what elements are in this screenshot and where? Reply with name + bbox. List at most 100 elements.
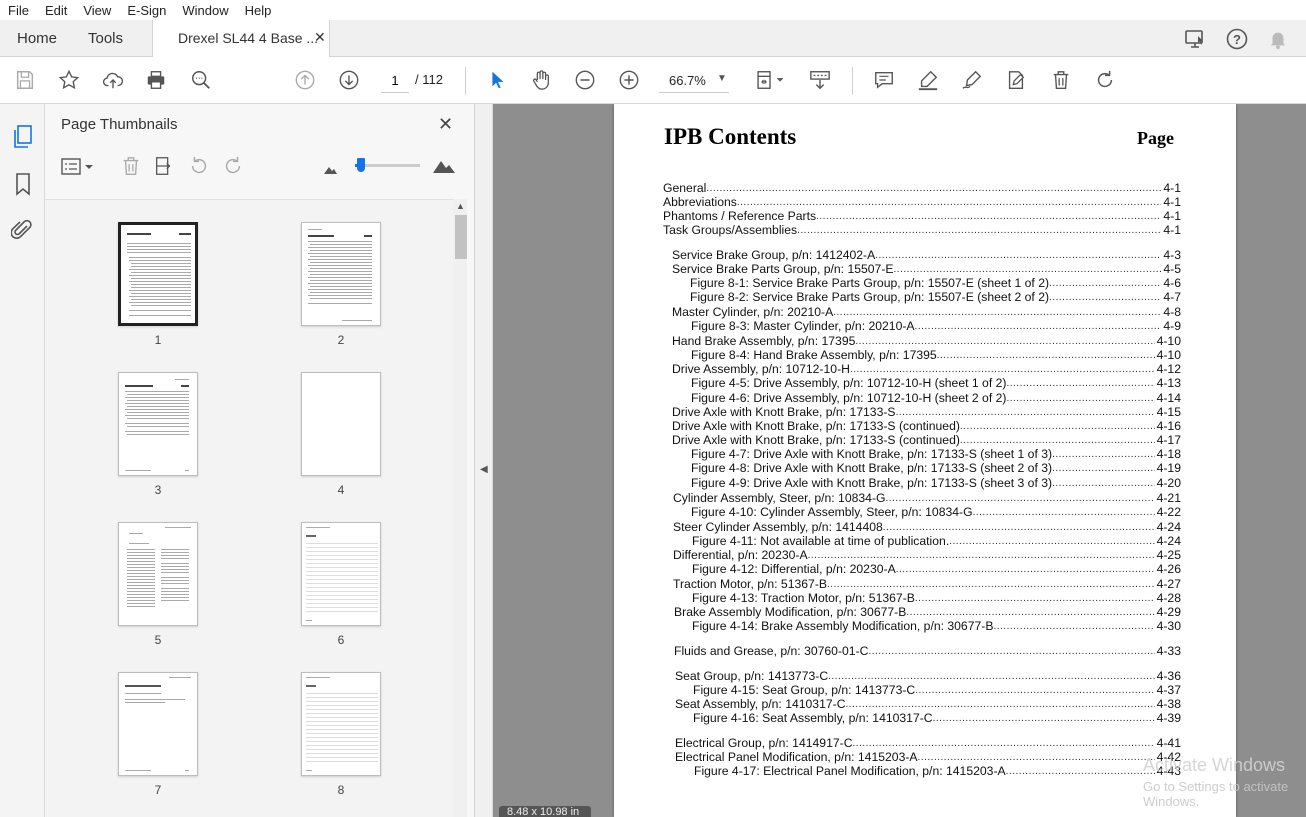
zoom-out-icon[interactable] <box>572 67 598 93</box>
tab-tools[interactable]: Tools <box>88 20 123 57</box>
toc-entry[interactable]: Task Groups/Assemblies 4-1 <box>663 223 1181 237</box>
collapse-arrow-icon[interactable]: ◀ <box>480 464 488 475</box>
save-icon[interactable] <box>12 67 38 93</box>
thumbnail-page-4[interactable] <box>301 372 381 476</box>
menu-view[interactable]: View <box>75 3 119 18</box>
print-icon[interactable] <box>143 67 169 93</box>
small-mountain-icon[interactable] <box>323 162 337 174</box>
toc-entry[interactable]: Cylinder Assembly, Steer, p/n: 10834-G 4-… <box>673 491 1181 505</box>
toc-entry[interactable]: Electrical Group, p/n: 1414917-C 4-41 <box>675 736 1181 750</box>
toc-entry[interactable]: Differential, p/n: 20230-A 4-25 <box>673 548 1181 562</box>
toc-entry[interactable]: Hand Brake Assembly, p/n: 17395 4-10 <box>672 334 1181 348</box>
previous-page-icon[interactable] <box>292 67 318 93</box>
search-zoom-icon[interactable] <box>188 67 214 93</box>
bookmarks-icon[interactable] <box>13 172 33 196</box>
scroll-mode-icon[interactable] <box>806 67 834 93</box>
toc-entry[interactable]: Seat Group, p/n: 1413773-C 4-36 <box>675 669 1181 683</box>
toc-entry[interactable]: Steer Cylinder Assembly, p/n: 1414408 4-2… <box>673 520 1181 534</box>
bookmark-star-icon[interactable] <box>56 67 82 93</box>
delete-page-icon[interactable] <box>120 155 142 177</box>
highlight-pen-icon[interactable] <box>915 67 941 93</box>
hand-tool-icon[interactable] <box>528 67 554 93</box>
attachments-paperclip-icon[interactable] <box>10 218 33 242</box>
thumbnail-page-2[interactable] <box>301 222 381 326</box>
notification-bell-icon[interactable] <box>1267 27 1289 51</box>
sign-pen-icon[interactable] <box>959 67 985 93</box>
delete-trash-icon[interactable] <box>1048 67 1074 93</box>
toc-entry[interactable]: Phantoms / Reference Parts 4-1 <box>663 209 1181 223</box>
edit-pdf-icon[interactable] <box>1003 67 1029 93</box>
thumbnail-page-3[interactable] <box>118 372 198 476</box>
toc-entry[interactable]: Figure 4-15: Seat Group, p/n: 1413773-C 4… <box>693 683 1181 697</box>
toc-entry[interactable]: Service Brake Parts Group, p/n: 15507-E 4… <box>672 262 1181 276</box>
slider-handle[interactable] <box>357 158 365 172</box>
rotate-counterclockwise-icon[interactable] <box>188 155 210 177</box>
toc-entry[interactable]: Master Cylinder, p/n: 20210-A 4-8 <box>672 305 1181 319</box>
thumbnail-page-8[interactable] <box>301 672 381 776</box>
toc-entry[interactable]: Figure 4-12: Differential, p/n: 20230-A 4… <box>692 562 1181 576</box>
document-view[interactable]: IPB Contents Page General4-1Abbreviation… <box>493 104 1306 817</box>
toc-entry[interactable]: Traction Motor, p/n: 51367-B 4-27 <box>673 577 1181 591</box>
toc-entry[interactable]: Drive Axle with Knott Brake, p/n: 17133-… <box>672 419 1181 433</box>
share-screen-icon[interactable] <box>1183 27 1207 51</box>
toc-entry[interactable]: Figure 8-1: Service Brake Parts Group, p… <box>690 276 1181 290</box>
toc-entry[interactable]: Figure 4-16: Seat Assembly, p/n: 1410317… <box>693 711 1181 725</box>
menu-window[interactable]: Window <box>174 3 236 18</box>
close-tab-icon[interactable]: ✕ <box>314 29 326 46</box>
scrollbar-thumb[interactable] <box>455 215 467 259</box>
toc-entry[interactable]: Fluids and Grease, p/n: 30760-01-C 4-33 <box>674 644 1181 658</box>
toc-entry[interactable]: Figure 8-2: Service Brake Parts Group, p… <box>690 290 1181 304</box>
thumbnail-page-1[interactable] <box>118 222 198 326</box>
fit-page-icon[interactable] <box>752 67 788 93</box>
menu-file[interactable]: File <box>0 3 37 18</box>
close-panel-icon[interactable]: ✕ <box>438 114 453 135</box>
next-page-icon[interactable] <box>336 67 362 93</box>
toc-entry[interactable]: Abbreviations 4-1 <box>663 195 1181 209</box>
toc-entry[interactable]: Figure 4-6: Drive Assembly, p/n: 10712-1… <box>691 391 1181 405</box>
cloud-upload-icon[interactable] <box>100 67 126 93</box>
thumbnail-options-menu-icon[interactable] <box>61 157 97 177</box>
thumbnail-page-5[interactable] <box>118 522 198 626</box>
toc-entry[interactable]: Electrical Panel Modification, p/n: 1415… <box>675 750 1181 764</box>
toc-entry[interactable]: Seat Assembly, p/n: 1410317-C 4-38 <box>675 697 1181 711</box>
large-mountain-icon[interactable] <box>432 156 456 174</box>
toc-entry[interactable]: Figure 8-3: Master Cylinder, p/n: 20210-… <box>691 319 1181 333</box>
rotate-clockwise-icon[interactable] <box>222 155 244 177</box>
toc-entry[interactable]: General 4-1 <box>663 181 1181 195</box>
toc-entry[interactable]: Figure 4-7: Drive Axle with Knott Brake,… <box>691 447 1181 461</box>
toc-entry[interactable]: Figure 4-9: Drive Axle with Knott Brake,… <box>691 476 1181 490</box>
thumbnail-size-slider[interactable] <box>355 158 420 172</box>
comment-icon[interactable] <box>871 67 897 93</box>
toc-entry[interactable]: Figure 4-10: Cylinder Assembly, Steer, p… <box>691 505 1181 519</box>
rotate-clockwise-icon[interactable] <box>1092 67 1118 93</box>
toc-entry[interactable]: Figure 4-8: Drive Axle with Knott Brake,… <box>691 461 1181 475</box>
toc-entry[interactable]: Brake Assembly Modification, p/n: 30677-… <box>674 605 1181 619</box>
toc-entry[interactable]: Figure 4-5: Drive Assembly, p/n: 10712-1… <box>691 376 1181 390</box>
toc-entry[interactable]: Figure 4-13: Traction Motor, p/n: 51367-… <box>692 591 1181 605</box>
toc-entry[interactable]: Drive Assembly, p/n: 10712-10-H 4-12 <box>672 362 1181 376</box>
insert-page-icon[interactable] <box>153 155 175 177</box>
toc-entry[interactable]: Service Brake Group, p/n: 1412402-A 4-3 <box>672 248 1181 262</box>
menu-edit[interactable]: Edit <box>37 3 75 18</box>
toc-entry[interactable]: Figure 4-11: Not available at time of pu… <box>692 534 1181 548</box>
select-cursor-icon[interactable] <box>484 67 510 93</box>
page-number-input[interactable] <box>381 69 409 93</box>
panel-collapse-strip[interactable]: ◀ <box>475 104 493 817</box>
toc-entry[interactable]: Figure 4-14: Brake Assembly Modification… <box>692 619 1181 633</box>
toc-entry[interactable]: Drive Axle with Knott Brake, p/n: 17133-… <box>672 405 1181 419</box>
tab-document[interactable]: Drexel SL44 4 Base ... ✕ <box>152 20 330 57</box>
zoom-level-select[interactable]: 66.7% ▼ <box>659 69 729 93</box>
toc-entry[interactable]: Figure 8-4: Hand Brake Assembly, p/n: 17… <box>691 348 1181 362</box>
thumbnails-scrollbar[interactable]: ▲ <box>453 199 467 817</box>
tab-home[interactable]: Home <box>17 20 57 57</box>
zoom-in-icon[interactable] <box>616 67 642 93</box>
thumbnail-page-6[interactable] <box>301 522 381 626</box>
scroll-up-arrow-icon[interactable]: ▲ <box>456 201 465 211</box>
page-thumbnails-icon[interactable] <box>11 124 35 150</box>
toc-entry[interactable]: Drive Axle with Knott Brake, p/n: 17133-… <box>672 433 1181 447</box>
menu-help[interactable]: Help <box>237 3 280 18</box>
toc-entry[interactable]: Figure 4-17: Electrical Panel Modificati… <box>694 764 1181 778</box>
thumbnail-page-7[interactable] <box>118 672 198 776</box>
menu-esign[interactable]: E-Sign <box>119 3 174 18</box>
help-icon[interactable]: ? <box>1225 27 1249 51</box>
